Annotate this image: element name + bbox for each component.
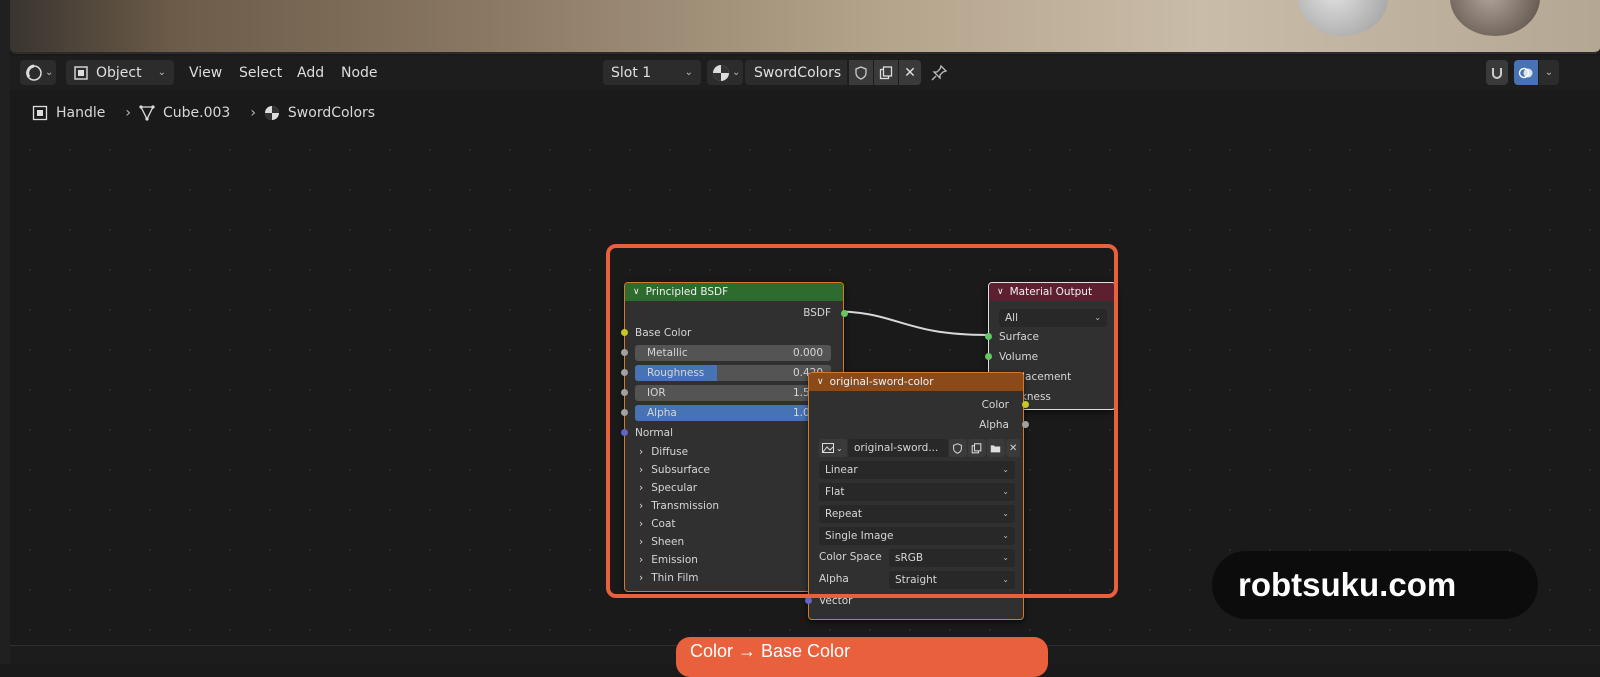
slot-select[interactable]: Slot 1 ⌄	[603, 60, 701, 85]
menu-select[interactable]: Select	[239, 65, 282, 81]
object-icon	[32, 105, 48, 121]
caption-text: Color → Base Color	[690, 641, 851, 661]
highlight-box	[606, 244, 1118, 598]
menu-node[interactable]: Node	[341, 65, 378, 81]
magnet-icon	[1492, 67, 1502, 79]
duplicate-icon	[879, 65, 893, 79]
breadcrumb-mesh: Cube.003	[162, 105, 231, 121]
menu-view[interactable]: View	[189, 65, 222, 81]
close-icon: ✕	[904, 64, 916, 81]
node-editor-header: ⌄ Object ⌄ View Select Add Node Slot 1 ⌄…	[10, 56, 1600, 90]
material-browse-button[interactable]: ⌄	[707, 60, 743, 85]
duplicate-material-button[interactable]	[874, 60, 898, 85]
overlay-toggle[interactable]	[1514, 60, 1538, 85]
overlay-icon	[1518, 67, 1533, 78]
viewport-preview	[10, 0, 1600, 54]
pin-icon[interactable]	[930, 64, 948, 82]
watermark: robtsuku.com	[1212, 551, 1538, 619]
material-sphere-icon	[713, 64, 729, 81]
editor-type-button[interactable]: ⌄	[20, 60, 56, 85]
editor-type-icon	[26, 64, 42, 81]
slot-label: Slot 1	[611, 64, 652, 81]
mode-select[interactable]: Object ⌄	[66, 60, 174, 85]
object-icon	[74, 65, 88, 80]
breadcrumb: Handle › Cube.003 › SwordColors	[32, 105, 375, 121]
breadcrumb-material: SwordColors	[287, 105, 376, 121]
caption-badge: Color → Base Color	[676, 637, 1048, 677]
preview-sphere-white	[1298, 0, 1388, 36]
shield-icon	[855, 65, 867, 80]
overlay-dropdown[interactable]: ⌄	[1539, 60, 1559, 85]
menu-add[interactable]: Add	[297, 65, 324, 81]
material-name: SwordColors	[754, 64, 842, 81]
preview-sphere-texture	[1450, 0, 1540, 36]
breadcrumb-object: Handle	[56, 105, 106, 121]
unlink-material-button[interactable]: ✕	[899, 60, 921, 85]
vector-socket[interactable]	[805, 597, 812, 604]
mode-label: Object	[96, 64, 142, 81]
left-edge	[0, 0, 10, 664]
mesh-icon	[139, 105, 155, 121]
watermark-text: robtsuku.com	[1238, 566, 1457, 603]
chevron-right-icon: ›	[125, 105, 131, 121]
material-sphere-icon	[264, 106, 279, 120]
fake-user-button[interactable]	[849, 60, 873, 85]
snap-toggle[interactable]	[1486, 60, 1508, 85]
material-name-field[interactable]: SwordColors	[745, 60, 847, 85]
chevron-right-icon: ›	[250, 105, 256, 121]
